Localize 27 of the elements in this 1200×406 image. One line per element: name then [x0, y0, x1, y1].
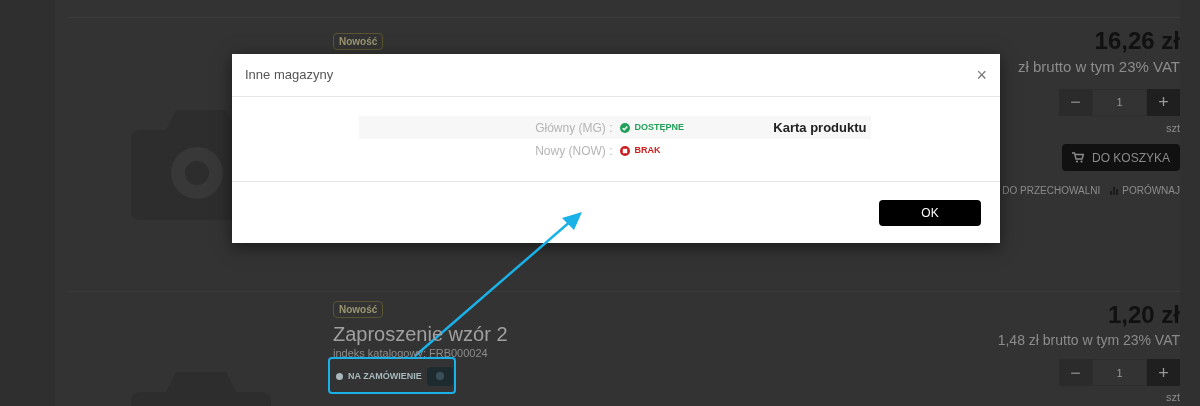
cart-icon: [1071, 152, 1084, 163]
unit-label: szt: [1165, 120, 1180, 136]
add-to-cart-button[interactable]: DO KOSZYKA: [1061, 144, 1180, 171]
stock-status: BRAK: [619, 143, 661, 158]
unit-label: szt: [1165, 390, 1180, 405]
gross-price: 1,48 zł brutto w tym 23% VAT: [997, 331, 1180, 350]
plus-button[interactable]: +: [1147, 88, 1180, 116]
check-icon: [619, 122, 630, 133]
product-card-link[interactable]: Karta produktu: [773, 117, 867, 138]
quantity-field[interactable]: 1: [1092, 88, 1147, 116]
plus-button[interactable]: +: [1147, 359, 1180, 386]
compare-link[interactable]: PORÓWNAJ: [1110, 183, 1180, 198]
info-icon: [435, 372, 444, 381]
info-button[interactable]: [426, 366, 453, 386]
stock-status: DOSTĘPNE: [619, 120, 684, 135]
quantity-field[interactable]: 1: [1092, 359, 1147, 386]
dialog-title: Inne magazyny: [245, 66, 334, 85]
new-badge: Nowość: [333, 33, 384, 50]
warehouse-name: Główny (MG) :: [534, 119, 613, 137]
availability-label: NA ZAMÓWIENIE: [336, 369, 422, 383]
ok-button[interactable]: OK: [879, 199, 981, 226]
warehouse-name: Nowy (NOW) :: [534, 142, 613, 160]
gross-price: zł brutto w tym 23% VAT: [1018, 57, 1180, 77]
new-badge: Nowość: [333, 301, 384, 318]
close-button[interactable]: ×: [976, 66, 987, 84]
minus-button[interactable]: −: [1059, 88, 1092, 116]
minus-button[interactable]: −: [1059, 359, 1092, 386]
